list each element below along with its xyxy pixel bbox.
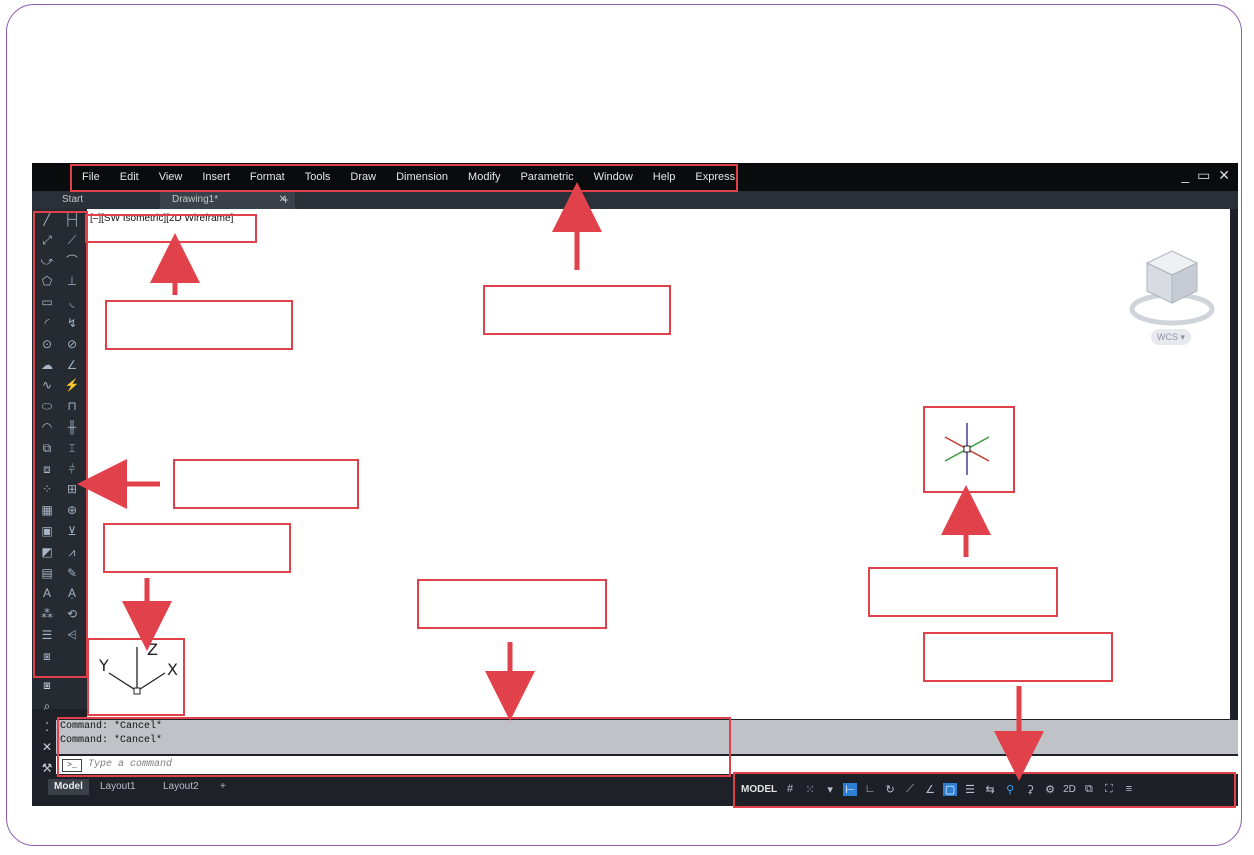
arrow-to-viewport-label — [77, 182, 1044, 781]
